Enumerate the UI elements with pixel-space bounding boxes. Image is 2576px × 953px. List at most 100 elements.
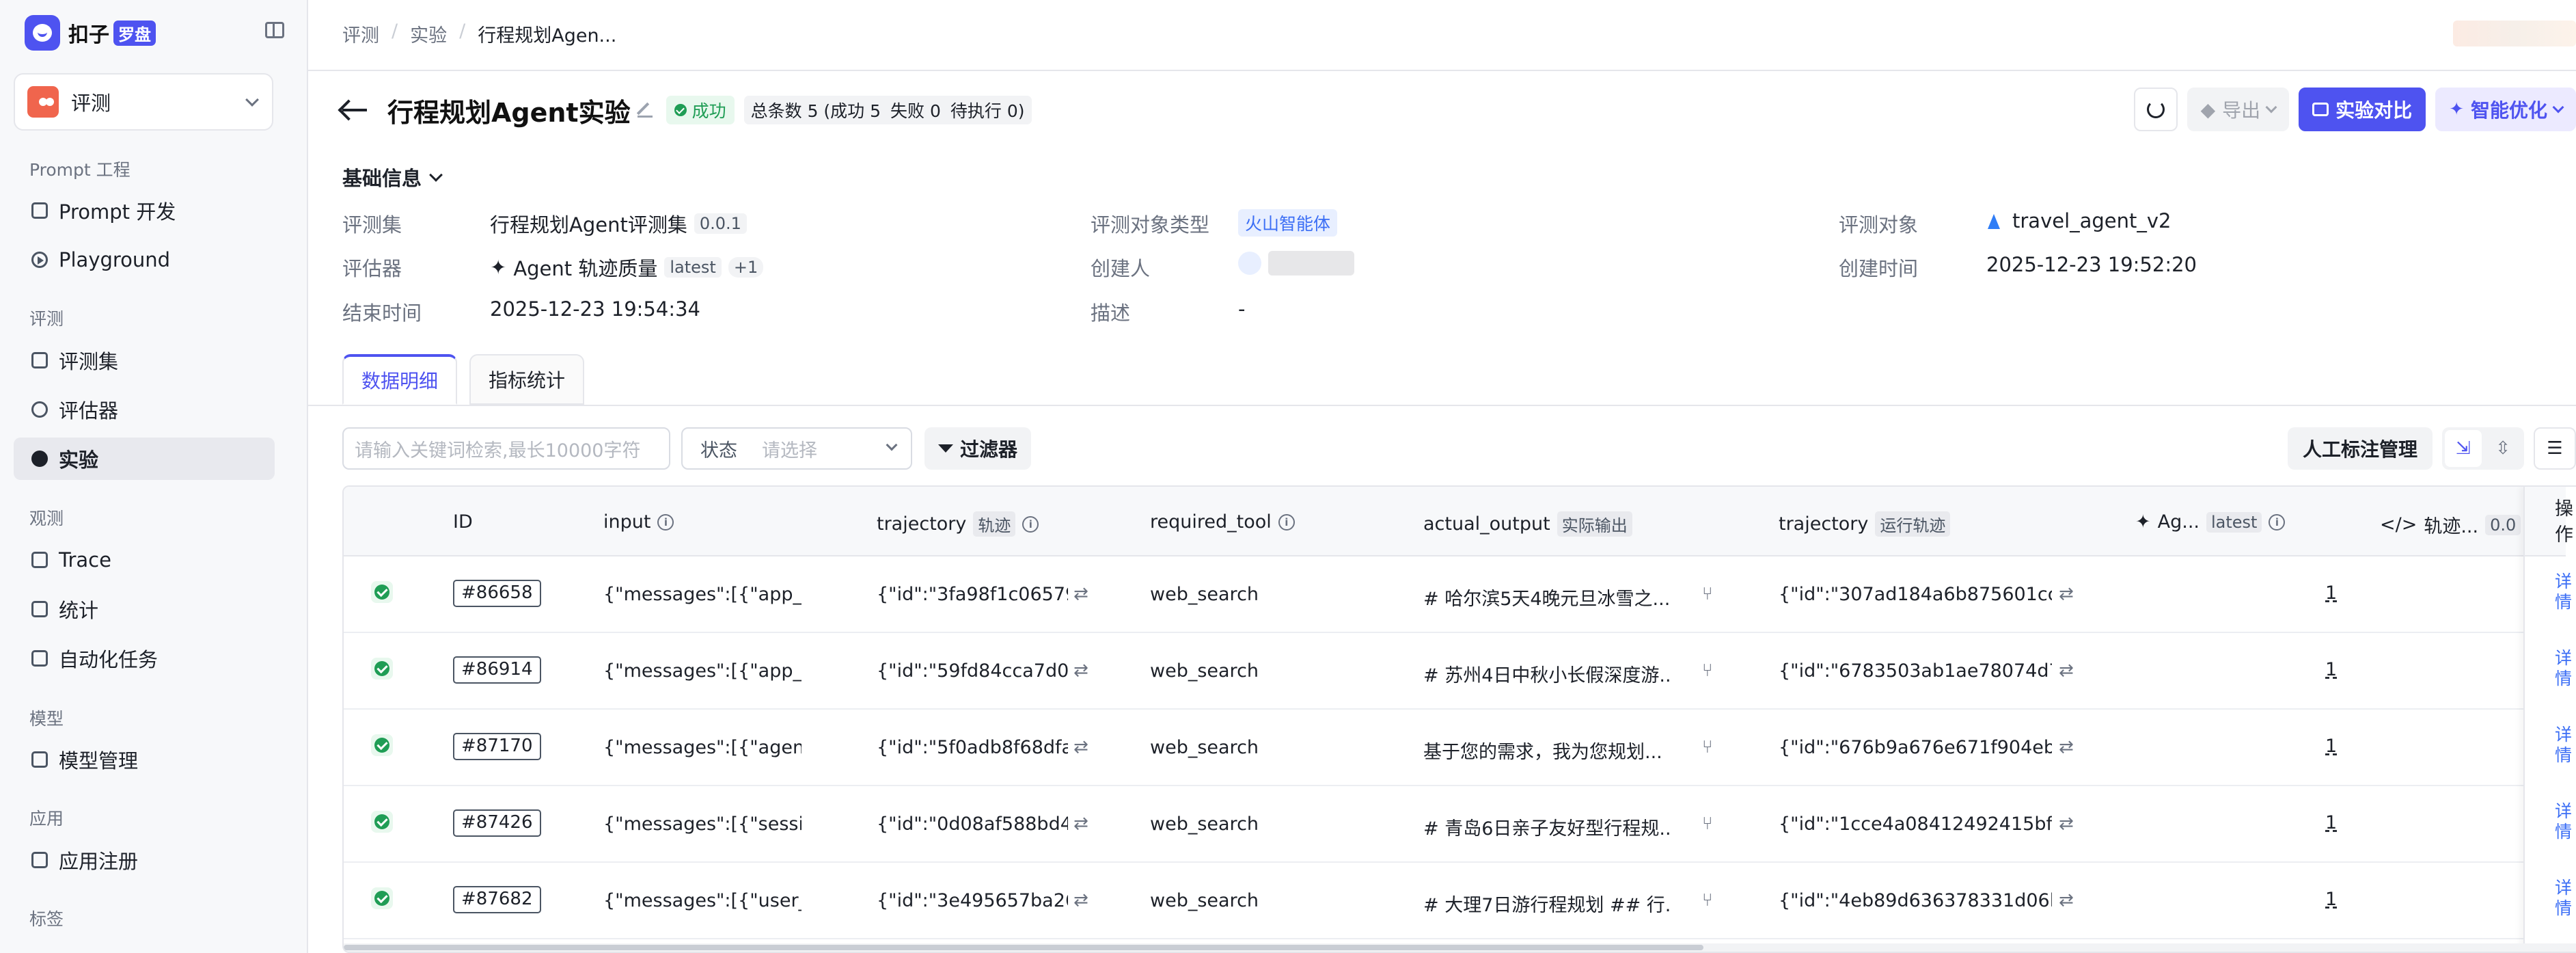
compare-label: 实验对比 — [2335, 99, 2413, 122]
trace-icon[interactable]: ⇄ — [2059, 890, 2074, 911]
user-avatar[interactable] — [2453, 21, 2576, 46]
success-status-icon — [371, 581, 393, 603]
sidebar-item-playground[interactable]: Playground — [14, 239, 275, 281]
optimize-button[interactable]: ✦ 智能优化 — [2435, 88, 2576, 131]
tab-metric-stats[interactable]: 指标统计 — [469, 354, 585, 405]
back-arrow-icon[interactable] — [342, 109, 367, 111]
branch-icon[interactable]: ⑂ — [1702, 814, 1713, 834]
annotation-manage-button[interactable]: 人工标注管理 — [2287, 427, 2433, 470]
breadcrumb-item[interactable]: 实验 — [410, 21, 447, 47]
cell-score[interactable]: 1 — [2325, 889, 2337, 910]
info-value-target[interactable]: travel_agent_v2 — [1986, 209, 2171, 232]
export-icon: ◆ — [2200, 98, 2216, 121]
cell-score[interactable]: 1 — [2325, 736, 2337, 757]
horizontal-scrollbar[interactable] — [344, 943, 2576, 952]
cell-input: {"messages":[{"agen... — [603, 737, 801, 758]
info-icon[interactable]: i — [2269, 513, 2286, 531]
compact-rows-icon[interactable]: ⇲ — [2445, 430, 2482, 467]
detail-link[interactable]: 详情 — [2555, 801, 2576, 842]
sidebar-item-evaluator[interactable]: 评估器 — [14, 388, 275, 431]
row-id[interactable]: #87170 — [453, 733, 541, 760]
version-tag: latest — [664, 257, 722, 278]
logo[interactable]: 扣子 罗盘 — [25, 15, 284, 51]
info-value-eval-set[interactable]: 行程规划Agent评测集 0.0.1 — [490, 209, 747, 238]
trace-icon[interactable]: ⇄ — [2059, 584, 2074, 604]
column-settings-icon[interactable]: ☰ — [2534, 427, 2576, 470]
sidebar-item-app-register[interactable]: 应用注册 — [14, 839, 275, 881]
cell-required-tool: web_search — [1150, 890, 1259, 911]
export-button[interactable]: ◆ 导出 — [2187, 88, 2290, 131]
workspace-select[interactable]: 评测 — [14, 73, 273, 131]
expand-rows-icon[interactable]: ⇳ — [2484, 430, 2521, 467]
info-icon[interactable]: i — [1022, 515, 1039, 533]
row-id[interactable]: #86914 — [453, 656, 541, 684]
trace-icon[interactable]: ⇄ — [2059, 660, 2074, 681]
chevron-down-icon — [886, 439, 898, 451]
cell-score[interactable]: 1 — [2325, 812, 2337, 833]
section-title: 基础信息 — [342, 167, 422, 190]
filter-button[interactable]: 过滤器 — [924, 427, 1032, 470]
sidebar-item-prompt-dev[interactable]: Prompt 开发 — [14, 189, 275, 232]
count-pending: 待执行 0) — [950, 101, 1025, 121]
filter-label: 过滤器 — [960, 438, 1018, 461]
info-value-evaluator[interactable]: ✦ Agent 轨迹质量 latest +1 — [490, 253, 764, 282]
search-input[interactable]: 请输入关键词检索,最长10000字符 — [342, 427, 670, 470]
sidebar-item-trace[interactable]: Trace — [14, 539, 275, 581]
detail-link[interactable]: 详情 — [2555, 878, 2576, 919]
row-id[interactable]: #87682 — [453, 886, 541, 913]
row-id[interactable]: #87426 — [453, 809, 541, 837]
eval-set-name: 行程规划Agent评测集 — [490, 213, 687, 237]
cell-input: {"messages":[{"user_... — [603, 890, 801, 911]
workspace-label: 评测 — [71, 92, 111, 115]
edit-icon[interactable] — [637, 103, 653, 118]
table-row[interactable]: #86914 {"messages":[{"app_... {"id":"59fd8… — [344, 633, 2576, 710]
status-select[interactable]: 状态 请选择 — [681, 427, 912, 470]
tabs-divider — [308, 405, 2576, 406]
detail-link[interactable]: 详情 — [2555, 648, 2576, 689]
trace-icon[interactable]: ⇄ — [1073, 584, 1088, 604]
compare-button[interactable]: 实验对比 — [2299, 88, 2426, 131]
trace-icon[interactable]: ⇄ — [2059, 814, 2074, 834]
detail-link[interactable]: 详情 — [2555, 725, 2576, 766]
tab-data-detail[interactable]: 数据明细 — [342, 354, 458, 405]
trace-icon[interactable]: ⇄ — [1073, 660, 1088, 681]
more-count-badge[interactable]: +1 — [728, 257, 764, 278]
info-icon[interactable]: i — [657, 513, 674, 531]
branch-icon[interactable]: ⑂ — [1702, 660, 1713, 681]
sidebar-item-eval-set[interactable]: 评测集 — [14, 339, 275, 381]
cube-icon — [31, 852, 48, 868]
sidebar-item-stats[interactable]: 统计 — [14, 588, 275, 630]
table-row[interactable]: #87682 {"messages":[{"user_... {"id":"3e49… — [344, 863, 2576, 939]
info-icon[interactable]: i — [1278, 513, 1295, 531]
trace-icon[interactable]: ⇄ — [1073, 890, 1088, 911]
success-status-icon — [371, 734, 393, 756]
sidebar-collapse-icon[interactable] — [265, 22, 284, 38]
logo-text: 扣子 — [68, 23, 109, 47]
table-row[interactable]: #87426 {"messages":[{"sessi... {"id":"0d08… — [344, 786, 2576, 863]
agent-icon — [1986, 211, 2005, 230]
play-icon — [31, 252, 48, 268]
basic-info-toggle[interactable]: 基础信息 — [342, 163, 443, 191]
branch-icon[interactable]: ⑂ — [1702, 890, 1713, 911]
row-id[interactable]: #86658 — [453, 580, 541, 607]
table-row[interactable]: #86658 {"messages":[{"app_... {"id":"3fa98… — [344, 556, 2576, 633]
branch-icon[interactable]: ⑂ — [1702, 584, 1713, 604]
trace-icon[interactable]: ⇄ — [2059, 737, 2074, 757]
sparkle-icon: ✦ — [2449, 99, 2464, 120]
detail-link[interactable]: 详情 — [2555, 572, 2576, 613]
sidebar-item-experiment[interactable]: 实验 — [14, 438, 275, 480]
info-label: 评测集 — [342, 213, 402, 237]
cell-score[interactable]: 1 — [2325, 659, 2337, 680]
sidebar-item-automation[interactable]: 自动化任务 — [14, 637, 275, 680]
table-row[interactable]: #87170 {"messages":[{"agen... {"id":"5f0ad… — [344, 710, 2576, 786]
cell-score[interactable]: 1 — [2325, 582, 2337, 604]
branch-icon[interactable]: ⑂ — [1702, 737, 1713, 757]
cell-required-tool: web_search — [1150, 660, 1259, 682]
sidebar-item-model-manage[interactable]: 模型管理 — [14, 738, 275, 781]
refresh-button[interactable] — [2133, 88, 2178, 131]
trace-icon[interactable]: ⇄ — [1073, 814, 1088, 834]
trace-icon[interactable]: ⇄ — [1073, 737, 1088, 757]
cell-input: {"messages":[{"sessi... — [603, 814, 801, 835]
col-id: ID — [453, 511, 473, 533]
breadcrumb-item[interactable]: 评测 — [342, 21, 379, 47]
